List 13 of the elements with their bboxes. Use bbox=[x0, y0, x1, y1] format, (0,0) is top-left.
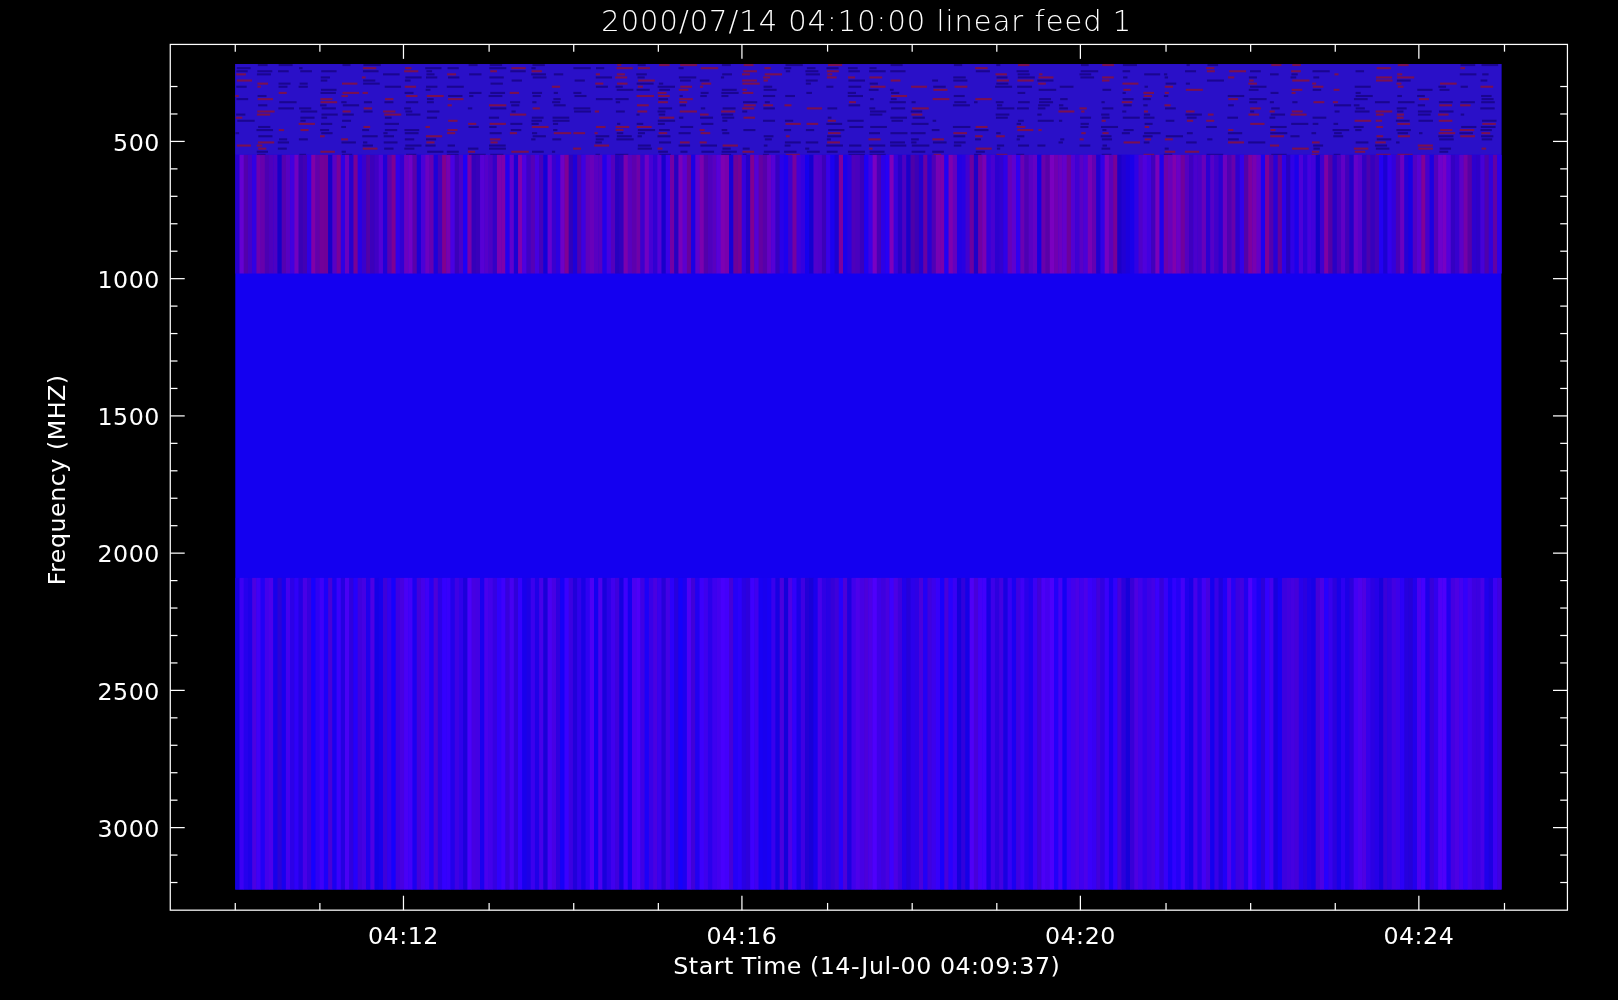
x-tick-label: 04:24 bbox=[1383, 922, 1455, 951]
x-tick-label: 04:20 bbox=[1044, 922, 1116, 951]
x-tick-label: 04:12 bbox=[368, 922, 439, 951]
y-axis-label: Frequency (MHZ) bbox=[43, 374, 71, 586]
y-tick-label: 500 bbox=[113, 128, 160, 157]
y-tick-label: 2000 bbox=[97, 540, 160, 569]
y-tick-label: 3000 bbox=[97, 814, 160, 843]
plot-title: 2000/07/14 04:10:00 linear feed 1 bbox=[601, 4, 1133, 38]
y-tick-label: 1500 bbox=[97, 403, 160, 432]
x-tick-label: 04:16 bbox=[706, 922, 778, 951]
y-tick-label: 2500 bbox=[97, 677, 160, 706]
y-tick-label: 1000 bbox=[97, 265, 160, 294]
x-axis-label: Start Time (14-Jul-00 04:09:37) bbox=[673, 952, 1061, 981]
